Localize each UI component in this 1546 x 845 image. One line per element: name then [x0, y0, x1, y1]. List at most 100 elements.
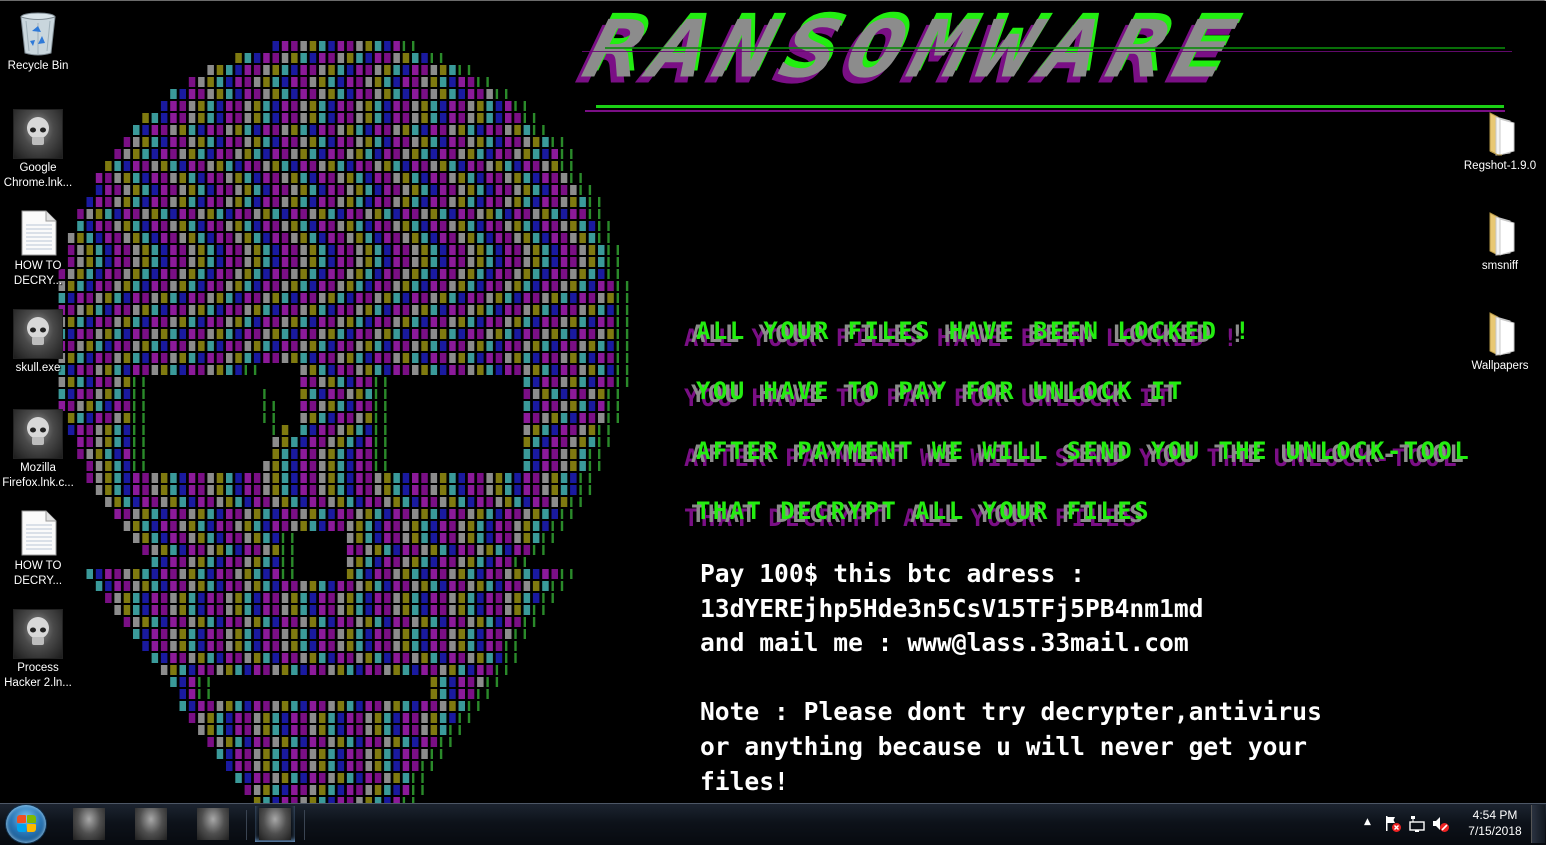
skull-mosaic-cell: [588, 197, 592, 207]
skull-mosaic-cell: [105, 473, 112, 483]
skull-mosaic-cell: [328, 437, 335, 447]
skull-mosaic-cell: [216, 641, 224, 651]
skull-mosaic-cell: [319, 77, 326, 87]
skull-mosaic-cell: [263, 257, 270, 267]
skull-mosaic-cell: [179, 473, 186, 483]
skull-mosaic-cell: [356, 113, 363, 123]
desktop-icon-recycle-bin[interactable]: Recycle Bin: [0, 9, 76, 74]
skull-mosaic-cell: [477, 209, 484, 219]
skull-mosaic-cell: [570, 329, 577, 339]
skull-mosaic-cell: [384, 785, 391, 795]
skull-mosaic-cell: [281, 701, 289, 711]
skull-mosaic-cell: [300, 365, 307, 375]
desktop-icon-how-to-decrypt-2[interactable]: HOW TO DECRY...: [0, 509, 76, 589]
skull-mosaic-cell: [263, 761, 270, 771]
desktop-icon-how-to-decrypt-1[interactable]: HOW TO DECRY...: [0, 209, 76, 289]
skull-mosaic-cell: [412, 773, 415, 783]
skull-mosaic-cell: [505, 329, 512, 339]
skull-mosaic-cell: [328, 377, 335, 387]
skull-mosaic-cell: [309, 617, 317, 627]
skull-mosaic-cell: [356, 329, 363, 339]
skull-mosaic-cell: [598, 401, 605, 411]
skull-mosaic-cell: [514, 485, 521, 495]
skull-mosaic-cell: [291, 317, 298, 327]
skull-mosaic-cell: [253, 713, 261, 723]
desktop-icon-process-hacker-lnk[interactable]: Process Hacker 2.ln...: [0, 609, 76, 691]
skull-mosaic-cell: [560, 269, 568, 279]
skull-mosaic-cell: [384, 125, 391, 135]
skull-mosaic-cell: [328, 149, 335, 159]
network-icon[interactable]: [1408, 815, 1426, 836]
skull-mosaic-cell: [346, 761, 354, 771]
desktop-icon-wallpapers-folder[interactable]: Wallpapers: [1462, 309, 1538, 374]
skull-mosaic-cell: [133, 581, 140, 591]
taskbar-app-button[interactable]: [193, 806, 233, 842]
skull-mosaic-cell: [393, 161, 400, 171]
skull-mosaic-cell: [272, 569, 279, 579]
skull-mosaic-cell: [532, 437, 540, 447]
skull-mosaic-cell: [365, 269, 372, 279]
skull-mosaic-cell: [95, 281, 103, 291]
skull-mosaic-cell: [346, 377, 354, 387]
desktop-icon-regshot-folder[interactable]: Regshot-1.9.0: [1462, 109, 1538, 174]
clock-time[interactable]: 4:54 PM: [1465, 808, 1525, 822]
skull-mosaic-cell: [291, 737, 298, 747]
skull-mosaic-cell: [133, 293, 140, 303]
skull-mosaic-cell: [253, 497, 261, 507]
taskbar-app-button[interactable]: [131, 806, 171, 842]
skull-mosaic-cell: [542, 497, 549, 507]
show-desktop-button[interactable]: [1531, 805, 1545, 843]
skull-mosaic-cell: [607, 341, 614, 351]
windows-logo-icon: [17, 824, 26, 832]
skull-mosaic-cell: [356, 749, 363, 759]
taskbar-app-button[interactable]: [69, 806, 109, 842]
skull-mosaic-cell: [272, 185, 279, 195]
skull-mosaic-cell: [263, 65, 270, 75]
desktop-icon-skull-exe[interactable]: skull.exe: [0, 309, 76, 376]
skull-mosaic-cell: [374, 185, 382, 195]
start-button[interactable]: [6, 805, 46, 843]
skull-mosaic-cell: [365, 593, 372, 603]
skull-mosaic-cell: [216, 257, 224, 267]
skull-mosaic-cell: [160, 197, 168, 207]
skull-mosaic-cell: [365, 77, 372, 87]
skull-mosaic-cell: [523, 365, 531, 375]
taskbar-app-button-active[interactable]: [255, 806, 295, 842]
skull-mosaic-cell: [532, 365, 540, 375]
skull-mosaic-cell: [421, 149, 428, 159]
skull-mosaic-cell: [560, 425, 568, 435]
skull-mosaic-cell: [458, 533, 465, 543]
skull-mosaic-cell: [384, 197, 391, 207]
skull-mosaic-cell: [309, 521, 317, 531]
desktop-icon-label: Google Chrome.lnk...: [3, 162, 73, 189]
skull-mosaic-cell: [216, 341, 224, 351]
action-center-flag-icon[interactable]: [1384, 815, 1402, 836]
clock-date[interactable]: 7/15/2018: [1462, 824, 1528, 838]
skull-mosaic-cell: [309, 713, 317, 723]
skull-mosaic-cell: [356, 569, 363, 579]
skull-mosaic-cell: [523, 509, 531, 519]
desktop-icon-google-chrome-lnk[interactable]: Google Chrome.lnk...: [0, 109, 76, 191]
show-hidden-icons-button[interactable]: ▲: [1364, 817, 1371, 827]
skull-mosaic-cell: [328, 41, 335, 51]
skull-mosaic-cell: [356, 197, 363, 207]
skull-mosaic-cell: [337, 605, 345, 615]
skull-mosaic-cell: [384, 749, 391, 759]
skull-mosaic-cell: [356, 401, 363, 411]
volume-muted-icon[interactable]: [1432, 815, 1450, 836]
skull-mosaic-cell: [393, 149, 400, 159]
skull-mosaic-cell: [281, 581, 289, 591]
skull-mosaic-cell: [598, 461, 601, 471]
skull-mosaic-cell: [272, 245, 279, 255]
skull-mosaic-cell: [309, 473, 317, 483]
skull-mosaic-cell: [133, 617, 140, 627]
desktop-icon-mozilla-firefox-lnk[interactable]: Mozilla Firefox.lnk.c...: [0, 409, 76, 491]
desktop-icon-smsniff-folder[interactable]: smsniff: [1462, 209, 1538, 274]
skull-mosaic-cell: [142, 209, 149, 219]
skull-mosaic-cell: [449, 185, 456, 195]
skull-mosaic-cell: [439, 665, 447, 675]
skull-mosaic-cell: [114, 269, 121, 279]
skull-mosaic-cell: [458, 353, 465, 363]
skull-mosaic-cell: [570, 173, 573, 183]
skull-mosaic-cell: [402, 185, 410, 195]
